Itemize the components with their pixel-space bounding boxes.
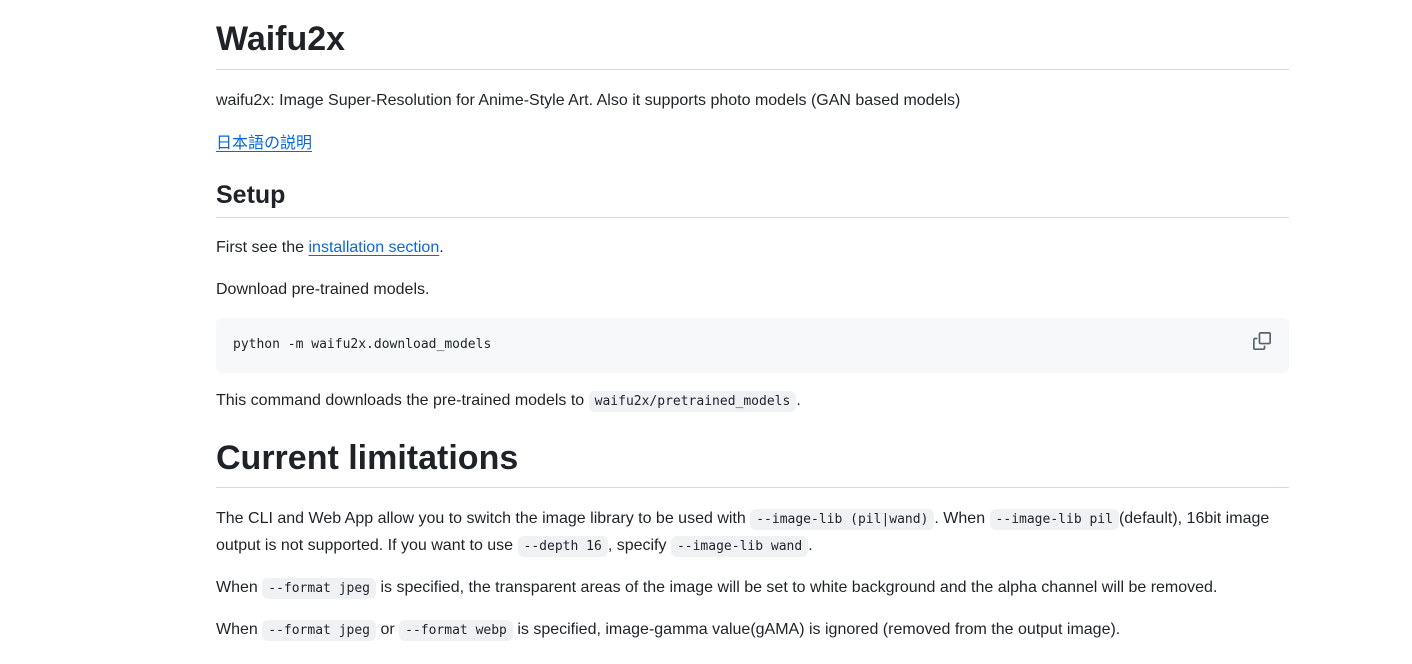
readme-content: Waifu2x waifu2x: Image Super-Resolution … (216, 0, 1289, 642)
text: When (216, 579, 263, 597)
text: When (216, 621, 263, 639)
cmd-text-suffix: . (796, 391, 801, 409)
first-see-suffix: . (439, 238, 444, 256)
inline-code: --image-lib (pil|wand) (750, 509, 935, 531)
first-see-prefix: First see the (216, 238, 309, 256)
setup-section: Setup (216, 180, 1289, 218)
copy-icon (1253, 331, 1271, 350)
intro-text: waifu2x: Image Super-Resolution for Anim… (216, 91, 961, 109)
inline-code: --image-lib pil (989, 509, 1119, 531)
page-title: Waifu2x (216, 18, 1289, 70)
japanese-description-link[interactable]: 日本語の説明 (216, 135, 312, 152)
cmd-text-prefix: This command downloads the pre-trained m… (216, 391, 589, 409)
text: , specify (607, 537, 671, 555)
limitations-paragraph-3: When --format jpeg or --format webp is s… (216, 618, 1289, 642)
limitations-section: Current limitations (216, 437, 1289, 489)
japanese-link-paragraph: 日本語の説明 (216, 132, 1289, 156)
limitations-paragraph-2: When --format jpeg is specified, the tra… (216, 576, 1289, 600)
first-see-paragraph: First see the installation section. (216, 236, 1289, 260)
inline-code: --format jpeg (262, 620, 376, 642)
setup-heading: Setup (216, 180, 1289, 218)
inline-code: --depth 16 (517, 536, 608, 558)
inline-code: --format webp (399, 620, 513, 642)
text: The CLI and Web App allow you to switch … (216, 510, 751, 528)
command-description: This command downloads the pre-trained m… (216, 389, 1289, 413)
text: is specified, image-gamma value(gAMA) is… (512, 621, 1121, 639)
download-command[interactable]: python -m waifu2x.download_models (233, 335, 491, 355)
text: is specified, the transparent areas of t… (376, 579, 1218, 597)
text: . When (934, 510, 990, 528)
limitations-paragraph-1: The CLI and Web App allow you to switch … (216, 506, 1289, 560)
pretrained-models-path: waifu2x/pretrained_models (588, 390, 797, 412)
inline-code: --image-lib wand (670, 536, 809, 558)
copy-button[interactable] (1253, 331, 1273, 352)
download-paragraph: Download pre-trained models. (216, 280, 430, 298)
installation-section-link[interactable]: installation section (308, 239, 439, 256)
inline-code: --format jpeg (262, 578, 376, 600)
limitations-heading: Current limitations (216, 437, 1289, 489)
code-block: python -m waifu2x.download_models (216, 317, 1289, 373)
text: or (376, 621, 400, 639)
text: . (808, 537, 813, 555)
title-section: Waifu2x (216, 18, 1289, 70)
